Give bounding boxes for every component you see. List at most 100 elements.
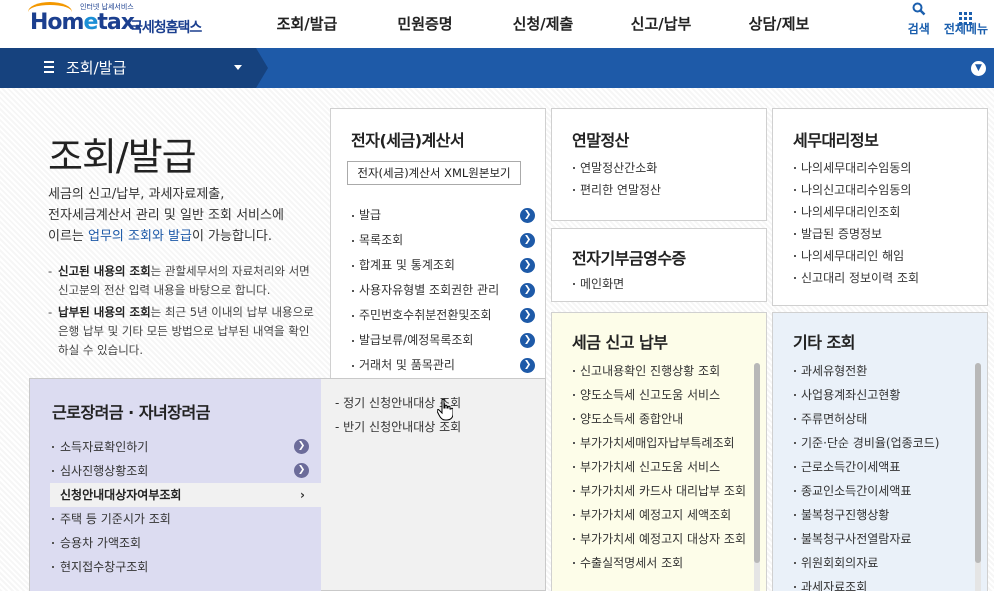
donation-list: 메인화면 bbox=[552, 273, 766, 295]
hamburger-icon bbox=[44, 61, 54, 73]
go-icon[interactable]: ❯ bbox=[520, 283, 535, 298]
go-icon[interactable]: ❯ bbox=[294, 463, 309, 478]
esign-item[interactable]: 합계표 및 통계조회 ❯ bbox=[331, 253, 547, 278]
intro-line: 전자세금계산서 관리 및 일반 조회 서비스에 bbox=[48, 208, 284, 223]
hometax-logo[interactable]: 인터넷 납세서비스 Hometax. 국세청홈택스 bbox=[28, 2, 218, 46]
go-icon[interactable]: ❯ bbox=[520, 358, 535, 373]
other-inquiry-item[interactable]: 종교인소득간이세액표 bbox=[773, 479, 969, 503]
note-item: 납부된 내용의 조회는 최근 5년 이내의 납부 내용으로 은행 납부 및 기타… bbox=[48, 303, 318, 360]
intro-line: 세금의 신고/납부, 과세자료제출, bbox=[48, 187, 225, 202]
incentive-dropdown: 근로장려금 · 자녀장려금 소득자료확인하기 ❯ 심사진행상황조회 ❯ 신청안내대상… bbox=[29, 378, 546, 591]
tax-report-item[interactable]: 부가가치세 예정고지 대상자 조회 bbox=[552, 527, 748, 551]
incentive-item[interactable]: 심사진행상황조회 ❯ bbox=[30, 459, 321, 483]
go-icon[interactable]: ❯ bbox=[520, 258, 535, 273]
go-icon[interactable]: ❯ bbox=[520, 208, 535, 223]
other-inquiry-item[interactable]: 과세자료조회 bbox=[773, 575, 969, 591]
year-end-item[interactable]: 연말정산간소화 bbox=[552, 157, 766, 179]
tax-agent-item[interactable]: 나의세무대리인 해임 bbox=[773, 245, 987, 267]
chevron-down-icon[interactable]: ▼ bbox=[971, 61, 986, 76]
esign-item[interactable]: 발급 ❯ bbox=[331, 203, 547, 228]
gnb-report-payment[interactable]: 신고/납부 bbox=[602, 0, 720, 48]
other-scrollbar[interactable] bbox=[975, 363, 981, 591]
tax-report-item[interactable]: 부가가치세매입자납부특례조회 bbox=[552, 431, 748, 455]
gnb-application[interactable]: 신청/제출 bbox=[484, 0, 602, 48]
tax-agent-card: 세무대리정보 나의세무대리수임동의 나의신고대리수임동의 나의세무대리인조회 발… bbox=[772, 108, 988, 306]
incentive-item-active[interactable]: 신청안내대상자여부조회 › bbox=[50, 483, 321, 507]
other-inquiry-item[interactable]: 불복청구사전열람자료 bbox=[773, 527, 969, 551]
year-end-item[interactable]: 편리한 연말정산 bbox=[552, 179, 766, 201]
incentive-item[interactable]: 승용차 가액조회 bbox=[30, 531, 321, 555]
tax-report-item[interactable]: 양도소득세 종합안내 bbox=[552, 407, 748, 431]
xml-view-button[interactable]: 전자(세금)계산서 XML원본보기 bbox=[347, 161, 521, 185]
incentive-item[interactable]: 현지접수창구조회 bbox=[30, 555, 321, 579]
tax-agent-title: 세무대리정보 bbox=[793, 131, 879, 150]
tax-report-item[interactable]: 부가가치세 예정고지 세액조회 bbox=[552, 503, 748, 527]
tax-report-card: 세금 신고 납부 신고내용확인 진행상황 조회 양도소득세 신고도움 서비스 양… bbox=[551, 312, 767, 591]
tax-report-item[interactable]: 양도소득세 신고도움 서비스 bbox=[552, 383, 748, 407]
esign-item[interactable]: 거래처 및 품목관리 ❯ bbox=[331, 353, 547, 378]
tax-report-item[interactable]: 신고내용확인 진행상황 조회 bbox=[552, 359, 748, 383]
grid-menu-icon bbox=[944, 2, 988, 25]
tax-report-item[interactable]: 부가가치세 신고도움 서비스 bbox=[552, 455, 748, 479]
tax-report-item[interactable]: 부가가치세 카드사 대리납부 조회 bbox=[552, 479, 748, 503]
other-inquiry-item[interactable]: 근로소득간이세액표 bbox=[773, 455, 969, 479]
tax-agent-item[interactable]: 발급된 증명정보 bbox=[773, 223, 987, 245]
other-scroll-thumb[interactable] bbox=[975, 363, 981, 563]
tax-agent-list: 나의세무대리수임동의 나의신고대리수임동의 나의세무대리인조회 발급된 증명정보… bbox=[773, 157, 987, 289]
gnb-inquiry[interactable]: 조회/발급 bbox=[248, 0, 366, 48]
other-inquiry-item[interactable]: 위원회회의자료 bbox=[773, 551, 969, 575]
incentive-list: 소득자료확인하기 ❯ 심사진행상황조회 ❯ 신청안내대상자여부조회 › 주택 등 기준… bbox=[30, 435, 321, 579]
search-label: 검색 bbox=[907, 22, 930, 36]
all-menu-button[interactable]: 전체메뉴 bbox=[944, 2, 988, 37]
other-inquiry-item[interactable]: 주류면허상태 bbox=[773, 407, 969, 431]
other-inquiry-item[interactable]: 사업용계좌신고현황 bbox=[773, 383, 969, 407]
search-icon bbox=[908, 2, 930, 20]
logo-wordmark: Hometax. bbox=[30, 10, 142, 35]
caret-down-icon bbox=[234, 65, 242, 70]
donation-card: 전자기부금영수증 메인화면 bbox=[551, 228, 767, 302]
tax-report-title: 세금 신고 납부 bbox=[572, 333, 668, 352]
tax-report-item[interactable]: 수출실적명세서 조회 bbox=[552, 551, 748, 575]
other-inquiry-item[interactable]: 과세유형전환 bbox=[773, 359, 969, 383]
esign-item[interactable]: 목록조회 ❯ bbox=[331, 228, 547, 253]
go-icon[interactable]: ❯ bbox=[520, 333, 535, 348]
page-intro: 세금의 신고/납부, 과세자료제출, 전자세금계산서 관리 및 일반 조회 서비… bbox=[48, 184, 318, 247]
note-item: 신고된 내용의 조회는 관할세무서의 자료처리와 서면신고분의 전산 입력 내용… bbox=[48, 262, 318, 300]
esign-item[interactable]: 사용자유형별 조회권한 관리 ❯ bbox=[331, 278, 547, 303]
donation-item[interactable]: 메인화면 bbox=[552, 273, 766, 295]
hand-cursor-icon bbox=[437, 399, 453, 421]
incentive-item[interactable]: 소득자료확인하기 ❯ bbox=[30, 435, 321, 459]
esign-item[interactable]: 주민번호수취분전환및조회 ❯ bbox=[331, 303, 547, 328]
location-current: 조회/발급 bbox=[66, 59, 127, 77]
esign-item[interactable]: 발급보류/예정목록조회 ❯ bbox=[331, 328, 547, 353]
tax-agent-item[interactable]: 나의신고대리수임동의 bbox=[773, 179, 987, 201]
other-inquiry-card: 기타 조회 과세유형전환 사업용계좌신고현황 주류면허상태 기준·단순 경비율(… bbox=[772, 312, 988, 591]
go-icon[interactable]: ❯ bbox=[520, 308, 535, 323]
all-menu-label: 전체메뉴 bbox=[943, 22, 988, 36]
header: 인터넷 납세서비스 Hometax. 국세청홈택스 조회/발급 민원증명 신청/… bbox=[0, 0, 994, 48]
year-end-title: 연말정산 bbox=[572, 131, 629, 150]
incentive-item[interactable]: 주택 등 기준시가 조회 bbox=[30, 507, 321, 531]
tax-agent-item[interactable]: 나의세무대리인조회 bbox=[773, 201, 987, 223]
global-nav: 조회/발급 민원증명 신청/제출 신고/납부 상담/제보 bbox=[248, 0, 838, 48]
incentive-menu: 근로장려금 · 자녀장려금 소득자료확인하기 ❯ 심사진행상황조회 ❯ 신청안내대상… bbox=[30, 379, 321, 591]
report-scrollbar[interactable] bbox=[754, 363, 760, 591]
gnb-consult[interactable]: 상담/제보 bbox=[720, 0, 838, 48]
other-inquiry-item[interactable]: 불복청구진행상황 bbox=[773, 503, 969, 527]
go-icon[interactable]: ❯ bbox=[294, 439, 309, 454]
tax-agent-item[interactable]: 신고대리 정보이력 조회 bbox=[773, 267, 987, 289]
utility-menu: 검색 전체메뉴 bbox=[908, 2, 988, 37]
other-inquiry-item[interactable]: 기준·단순 경비율(업종코드) bbox=[773, 431, 969, 455]
go-icon[interactable]: ❯ bbox=[520, 233, 535, 248]
year-end-card: 연말정산 연말정산간소화 편리한 연말정산 bbox=[551, 108, 767, 221]
gnb-certificate[interactable]: 민원증명 bbox=[366, 0, 484, 48]
tax-agent-item[interactable]: 나의세무대리수임동의 bbox=[773, 157, 987, 179]
report-scroll-thumb[interactable] bbox=[754, 363, 760, 563]
page-title: 조회/발급 bbox=[48, 135, 197, 179]
notes-list: 신고된 내용의 조회는 관할세무서의 자료처리와 서면신고분의 전산 입력 내용… bbox=[48, 262, 318, 363]
main-content: 조회/발급 세금의 신고/납부, 과세자료제출, 전자세금계산서 관리 및 일반… bbox=[0, 88, 994, 591]
location-menu-button[interactable]: 조회/발급 bbox=[0, 48, 256, 88]
breadcrumb-arrow bbox=[256, 48, 268, 88]
esign-title: 전자(세금)계산서 bbox=[351, 131, 465, 150]
search-button[interactable]: 검색 bbox=[908, 2, 930, 37]
